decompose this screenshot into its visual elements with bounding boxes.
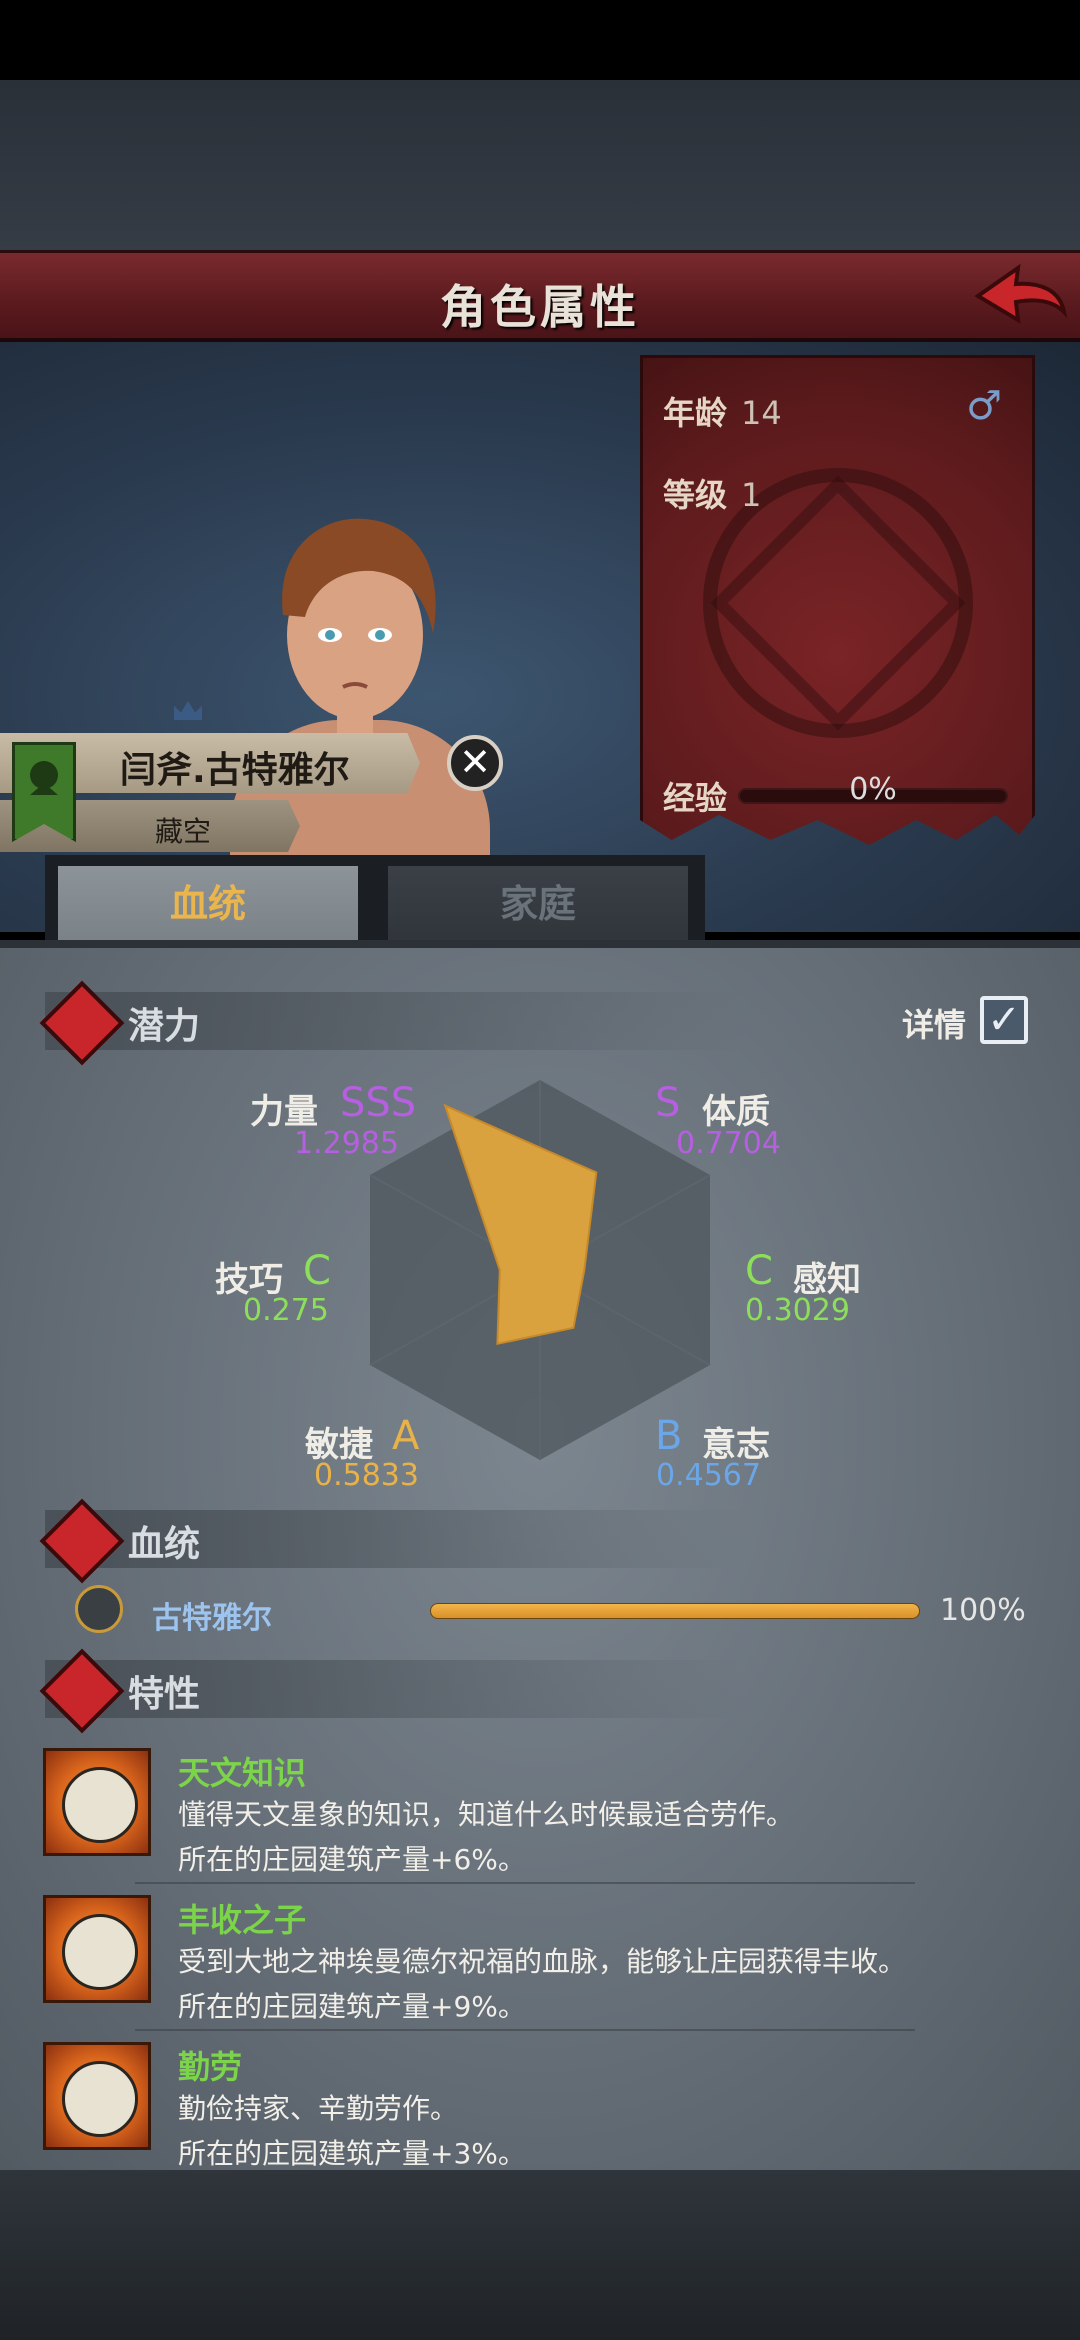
trait-description: 受到大地之神埃曼德尔祝福的血脉，能够让庄园获得丰收。 bbox=[178, 1945, 907, 1978]
traits-section-header: 特性 bbox=[45, 1660, 745, 1718]
tab-family[interactable]: 家庭 bbox=[388, 866, 688, 942]
page-title: 角色属性 bbox=[440, 280, 640, 334]
potential-header-label: 潜力 bbox=[128, 1006, 201, 1047]
attr-value-agility: 0.5833 bbox=[314, 1458, 419, 1493]
character-stat-panel: 年龄 14 ♂ 等级 1 经验 0% bbox=[640, 355, 1035, 845]
trait-divider bbox=[135, 1882, 915, 1884]
trait-icon bbox=[43, 1895, 151, 2003]
trait-name: 丰收之子 bbox=[178, 1901, 307, 1939]
trait-effect: 所在的庄园建筑产量+3%。 bbox=[178, 2137, 526, 2170]
attr-grade-perception: C bbox=[745, 1248, 773, 1294]
exp-label: 经验 bbox=[663, 779, 728, 817]
trait-effect: 所在的庄园建筑产量+9%。 bbox=[178, 1990, 526, 2023]
male-gender-icon: ♂ bbox=[966, 383, 1002, 429]
content-divider bbox=[0, 940, 1080, 948]
attr-grade-will: B bbox=[655, 1413, 683, 1459]
trait-effect: 所在的庄园建筑产量+6%。 bbox=[178, 1843, 526, 1876]
age-label: 年龄 bbox=[663, 394, 728, 432]
trait-icon bbox=[43, 1748, 151, 1856]
level-row: 等级 1 bbox=[663, 470, 761, 516]
attr-value-will: 0.4567 bbox=[656, 1458, 761, 1493]
attr-value-perception: 0.3029 bbox=[745, 1293, 850, 1328]
trait-description: 勤俭持家、辛勤劳作。 bbox=[178, 2092, 459, 2125]
exp-progress-bar: 0% bbox=[738, 772, 1008, 807]
detail-checkbox[interactable]: ✓ bbox=[980, 996, 1028, 1044]
title-bar: 角色属性 bbox=[0, 250, 1080, 342]
smiley-face-icon bbox=[62, 2061, 138, 2137]
lineage-section-header: 血统 bbox=[45, 1510, 745, 1568]
trait-item[interactable]: 勤劳 勤俭持家、辛勤劳作。 所在的庄园建筑产量+3%。 bbox=[43, 2042, 1043, 2172]
age-row: 年龄 14 bbox=[663, 388, 782, 434]
attr-grade-agility: A bbox=[392, 1413, 420, 1459]
trait-description: 懂得天文星象的知识，知道什么时候最适合劳作。 bbox=[178, 1798, 795, 1831]
level-label: 等级 bbox=[663, 476, 728, 514]
back-arrow-icon[interactable] bbox=[970, 256, 1070, 336]
bottom-backdrop bbox=[0, 2170, 1080, 2340]
trait-icon bbox=[43, 2042, 151, 2150]
smiley-face-icon bbox=[62, 1914, 138, 1990]
tab-bloodline[interactable]: 血统 bbox=[58, 866, 358, 942]
character-subtitle: 藏空 bbox=[155, 815, 212, 848]
lineage-row: 古特雅尔 100% bbox=[70, 1585, 1030, 1636]
character-portrait bbox=[282, 518, 436, 745]
trait-name: 勤劳 bbox=[178, 2048, 243, 2086]
attr-grade-constitution: S bbox=[655, 1080, 681, 1126]
status-bar-area bbox=[0, 0, 1080, 80]
age-value: 14 bbox=[741, 394, 782, 432]
attr-grade-skill: C bbox=[303, 1248, 331, 1294]
potential-section-header: 潜力 bbox=[45, 992, 745, 1050]
lineage-emblem-icon bbox=[75, 1585, 123, 1633]
lineage-progress-bar bbox=[430, 1603, 920, 1619]
lineage-name: 古特雅尔 bbox=[152, 1601, 272, 1636]
trait-item[interactable]: 丰收之子 受到大地之神埃曼德尔祝福的血脉，能够让庄园获得丰收。 所在的庄园建筑产… bbox=[43, 1895, 1043, 2025]
lineage-header-label: 血统 bbox=[128, 1524, 201, 1565]
trait-divider bbox=[135, 2029, 915, 2031]
attr-grade-strength: SSS bbox=[340, 1080, 417, 1126]
smiley-face-icon bbox=[62, 1767, 138, 1843]
traits-header-label: 特性 bbox=[128, 1674, 201, 1715]
attr-value-strength: 1.2985 bbox=[294, 1126, 399, 1161]
character-name: 闫斧.古特雅尔 bbox=[120, 750, 350, 791]
level-value: 1 bbox=[741, 476, 762, 514]
top-backdrop bbox=[0, 80, 1080, 250]
attr-value-constitution: 0.7704 bbox=[676, 1126, 781, 1161]
trait-item[interactable]: 天文知识 懂得天文星象的知识，知道什么时候最适合劳作。 所在的庄园建筑产量+6%… bbox=[43, 1748, 1043, 1878]
attr-value-skill: 0.275 bbox=[243, 1293, 329, 1328]
lineage-percent: 100% bbox=[940, 1593, 1026, 1628]
detail-label: 详情 bbox=[902, 1006, 967, 1044]
trait-name: 天文知识 bbox=[178, 1754, 307, 1792]
close-icon[interactable]: ✕ bbox=[447, 735, 503, 791]
exp-percent: 0% bbox=[849, 772, 897, 807]
